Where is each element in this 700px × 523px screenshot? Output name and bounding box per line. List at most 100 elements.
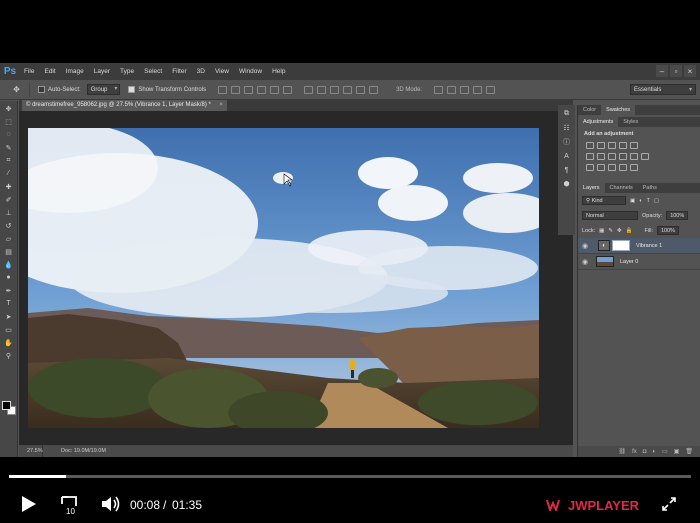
zoom-level[interactable]: 27.5%: [19, 445, 43, 457]
threshold-icon[interactable]: [608, 164, 616, 171]
brush-tool-icon[interactable]: ✐: [2, 194, 16, 205]
invert-icon[interactable]: [586, 164, 594, 171]
opacity-field[interactable]: 100%: [666, 211, 689, 220]
distribute-left-icon[interactable]: [343, 85, 353, 94]
menu-filter[interactable]: Filter: [167, 68, 191, 75]
shape-tool-icon[interactable]: ▭: [2, 324, 16, 335]
tab-styles[interactable]: Styles: [618, 117, 643, 127]
document-size-info[interactable]: Doc: 19.0M/19.0M: [43, 448, 106, 454]
new-group-icon[interactable]: ▭: [662, 448, 668, 455]
kind-filter-dropdown[interactable]: ⚲ Kind: [582, 196, 626, 205]
3d-rotate-icon[interactable]: [434, 85, 444, 94]
distribute-center-icon[interactable]: [356, 85, 366, 94]
align-left-icon[interactable]: [257, 85, 267, 94]
crop-tool-icon[interactable]: ⌗: [2, 155, 16, 166]
transform-controls-checkbox[interactable]: [128, 86, 136, 93]
maximize-button[interactable]: ▫: [670, 65, 682, 77]
history-icon[interactable]: ⧉: [561, 109, 573, 119]
3d-slide-icon[interactable]: [473, 85, 483, 94]
clone-stamp-tool-icon[interactable]: ⊥: [2, 207, 16, 218]
menu-image[interactable]: Image: [61, 68, 89, 75]
path-select-tool-icon[interactable]: ➤: [2, 311, 16, 322]
layer-row-vibrance[interactable]: ◉ ◐ Vibrance 1: [578, 238, 700, 254]
marquee-tool-icon[interactable]: ⬚: [2, 116, 16, 127]
distribute-middle-icon[interactable]: [317, 85, 327, 94]
video-progress-bar[interactable]: [9, 475, 691, 478]
black-white-icon[interactable]: [608, 153, 616, 160]
menu-help[interactable]: Help: [267, 68, 290, 75]
foreground-color-swatch[interactable]: [2, 401, 11, 410]
paragraph-icon[interactable]: ¶: [561, 165, 573, 175]
exposure-icon[interactable]: [619, 142, 627, 149]
layer-mask-thumbnail[interactable]: [612, 240, 630, 251]
align-middle-icon[interactable]: [231, 85, 241, 94]
gradient-map-icon[interactable]: [619, 164, 627, 171]
info-icon[interactable]: ⓘ: [561, 137, 573, 147]
layer-row-layer-0[interactable]: ◉ Layer 0: [578, 254, 700, 270]
rewind-10-icon[interactable]: 10: [58, 493, 80, 515]
align-top-icon[interactable]: [218, 85, 228, 94]
pen-tool-icon[interactable]: ✒: [2, 285, 16, 296]
landscape-photo[interactable]: [28, 128, 539, 428]
link-layers-icon[interactable]: ⛓: [618, 448, 626, 455]
eyedropper-tool-icon[interactable]: ⁄: [2, 168, 16, 179]
menu-view[interactable]: View: [210, 68, 234, 75]
eraser-tool-icon[interactable]: ▱: [2, 233, 16, 244]
document-tab-close-icon[interactable]: ×: [219, 100, 223, 111]
lasso-tool-icon[interactable]: ◌: [2, 129, 16, 140]
quick-select-tool-icon[interactable]: ✎: [2, 142, 16, 153]
tab-color[interactable]: Color: [578, 105, 601, 115]
align-right-icon[interactable]: [283, 85, 293, 94]
move-tool-icon[interactable]: ✥: [2, 103, 16, 114]
blend-mode-dropdown[interactable]: Normal: [582, 211, 638, 220]
auto-select-checkbox[interactable]: [38, 86, 45, 93]
color-balance-icon[interactable]: [597, 153, 605, 160]
filter-adjust-icon[interactable]: ◐: [639, 198, 642, 204]
menu-edit[interactable]: Edit: [39, 68, 60, 75]
distribute-right-icon[interactable]: [369, 85, 379, 94]
menu-layer[interactable]: Layer: [89, 68, 115, 75]
type-tool-icon[interactable]: T: [2, 298, 16, 309]
document-tab[interactable]: © dreamstimefree_958062.jpg @ 27.5% (Vib…: [22, 100, 227, 111]
character-icon[interactable]: A: [561, 151, 573, 161]
lock-all-icon[interactable]: 🔒: [626, 228, 633, 234]
tab-channels[interactable]: Channels: [605, 183, 638, 193]
canvas-area[interactable]: [19, 111, 573, 445]
photo-filter-icon[interactable]: [619, 153, 627, 160]
new-adjustment-icon[interactable]: ◐: [652, 449, 656, 455]
fill-field[interactable]: 100%: [657, 226, 680, 235]
3d-drag-icon[interactable]: [460, 85, 470, 94]
align-center-icon[interactable]: [270, 85, 280, 94]
channel-mixer-icon[interactable]: [630, 153, 638, 160]
distribute-bottom-icon[interactable]: [330, 85, 340, 94]
eye-icon[interactable]: ◉: [578, 242, 592, 250]
hand-tool-icon[interactable]: ✋: [2, 337, 16, 348]
menu-select[interactable]: Select: [139, 68, 167, 75]
hue-saturation-icon[interactable]: [586, 153, 594, 160]
3d-scale-icon[interactable]: [486, 85, 496, 94]
selective-color-icon[interactable]: [630, 164, 638, 171]
play-icon[interactable]: [22, 496, 36, 512]
volume-icon[interactable]: [100, 494, 122, 514]
color-lookup-icon[interactable]: [641, 153, 649, 160]
tab-swatches[interactable]: Swatches: [601, 105, 636, 115]
workspace-dropdown[interactable]: Essentials: [630, 84, 696, 95]
lock-position-icon[interactable]: ✥: [617, 228, 622, 234]
levels-icon[interactable]: [597, 142, 605, 149]
color-swatches[interactable]: [2, 401, 16, 415]
3d-icon[interactable]: ⬢: [561, 179, 573, 189]
tab-adjustments[interactable]: Adjustments: [578, 117, 619, 127]
filter-shape-icon[interactable]: ▢: [654, 198, 659, 204]
menu-window[interactable]: Window: [234, 68, 267, 75]
curves-icon[interactable]: [608, 142, 616, 149]
vibrance-icon[interactable]: [630, 142, 638, 149]
healing-tool-icon[interactable]: ✚: [2, 181, 16, 192]
history-brush-tool-icon[interactable]: ↺: [2, 220, 16, 231]
blur-tool-icon[interactable]: 💧: [2, 259, 16, 270]
menu-file[interactable]: File: [19, 68, 39, 75]
properties-icon[interactable]: ☷: [561, 123, 573, 133]
fullscreen-icon[interactable]: [661, 496, 677, 512]
menu-type[interactable]: Type: [115, 68, 139, 75]
layer-style-icon[interactable]: fx: [632, 449, 637, 455]
posterize-icon[interactable]: [597, 164, 605, 171]
